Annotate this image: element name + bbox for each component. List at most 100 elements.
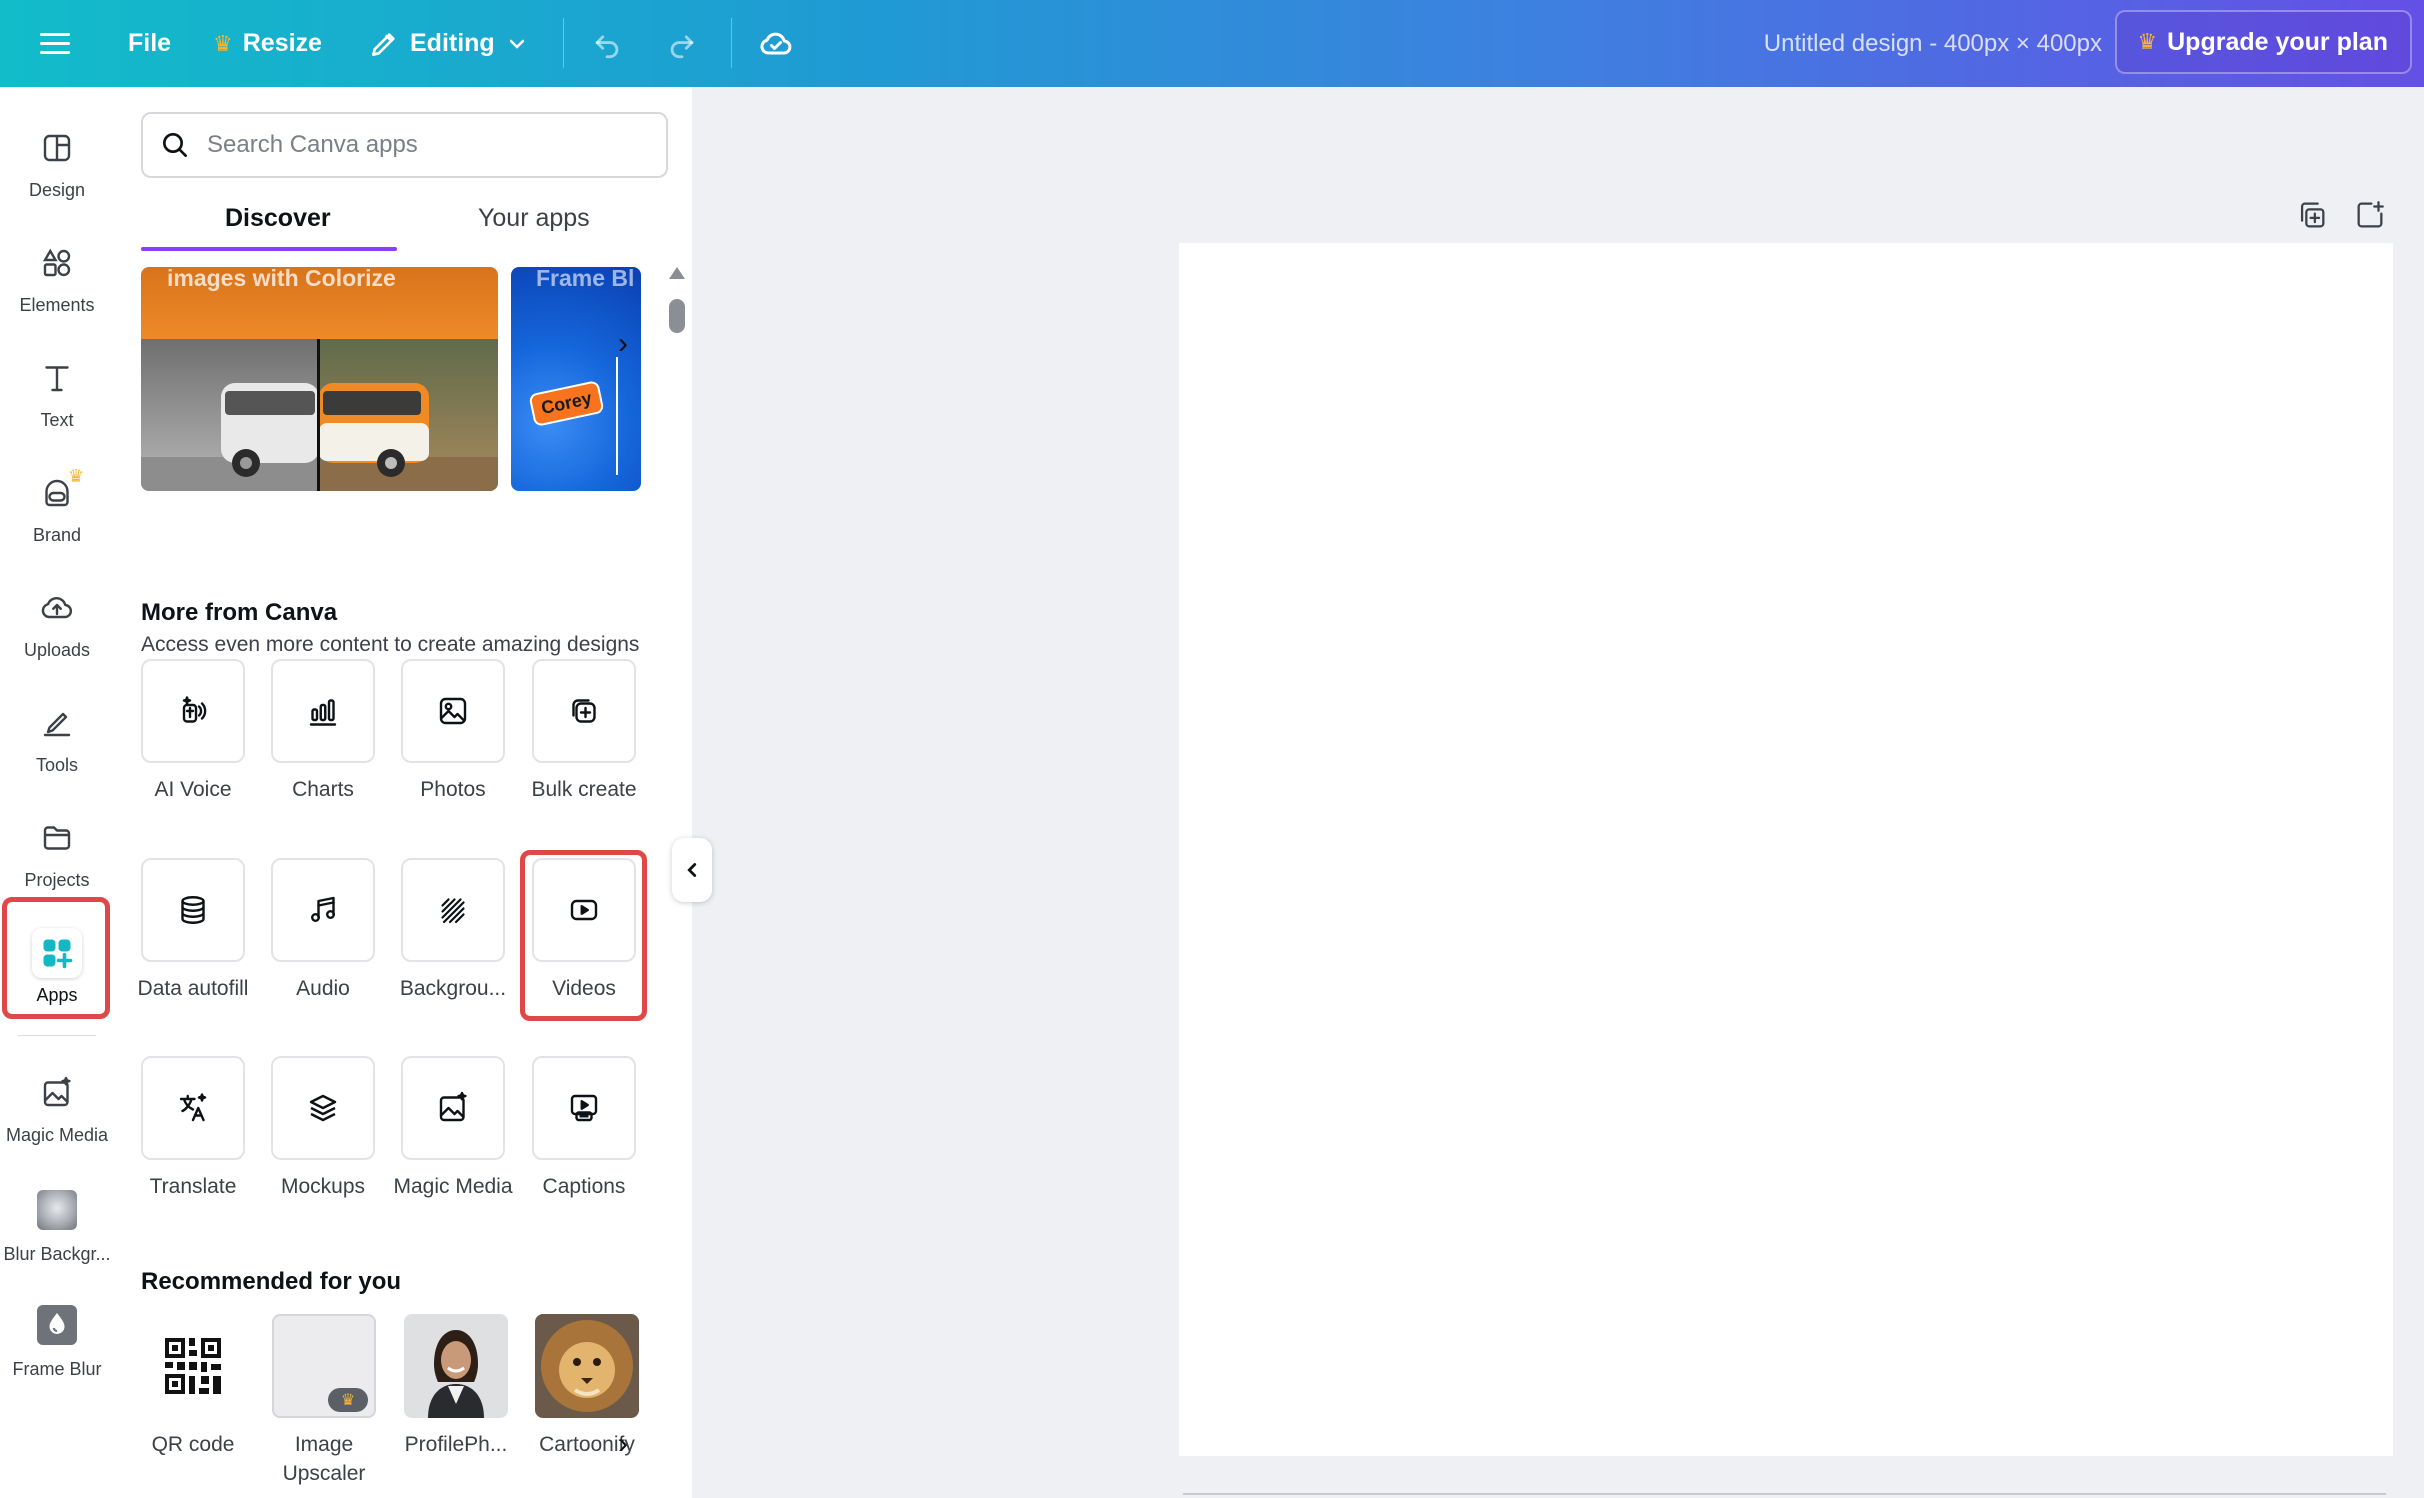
app-tile-label: Captions [519, 1172, 649, 1201]
recommended-app-image-upscaler[interactable]: ♛ Image Upscaler [272, 1314, 376, 1488]
cartoonify-thumbnail [535, 1314, 639, 1418]
upgrade-label: Upgrade your plan [2167, 28, 2388, 57]
app-tile-charts[interactable]: Charts [271, 659, 375, 804]
toolbar-divider [731, 18, 732, 68]
charts-icon [305, 693, 341, 729]
apps-tabs: Discover Your apps [141, 204, 668, 252]
recommended-app-label: Cartoonify [522, 1430, 652, 1459]
app-tile-photos[interactable]: Photos [401, 659, 505, 804]
captions-icon [566, 1090, 602, 1126]
scroll-thumb[interactable] [669, 299, 685, 333]
crown-icon: ♛ [2137, 29, 2157, 55]
scroll-up-arrow[interactable] [669, 267, 685, 279]
app-tile-ai-voice[interactable]: AI Voice [141, 659, 245, 804]
app-tile-label: Charts [258, 775, 388, 804]
rail-label: Frame Blur [12, 1359, 101, 1380]
text-t-icon [39, 360, 75, 396]
recommended-title: Recommended for you [141, 1268, 401, 1296]
resize-label: Resize [243, 29, 322, 58]
app-tile-translate[interactable]: Translate [141, 1056, 245, 1201]
rail-item-text[interactable]: Text [0, 328, 114, 440]
database-icon [175, 892, 211, 928]
more-from-canva-subtitle: Access even more content to create amazi… [141, 633, 639, 657]
background-pattern-icon [435, 892, 471, 928]
recommended-app-label: Image Upscaler [259, 1430, 389, 1488]
app-tile-label: Magic Media [388, 1172, 518, 1201]
premium-badge: ♛ [328, 1388, 368, 1412]
photos-icon [435, 693, 471, 729]
carousel-next-arrow[interactable]: › [618, 327, 628, 361]
banner-header: images with Colorize [141, 267, 498, 339]
add-page-button[interactable] [2353, 198, 2387, 232]
duplicate-page-icon [2295, 198, 2329, 232]
resize-button[interactable]: ♛ Resize [213, 0, 322, 87]
crown-icon: ♛ [213, 31, 233, 57]
app-tile-captions[interactable]: Captions [532, 1056, 636, 1201]
recommended-app-qr-code[interactable]: QR code [141, 1314, 245, 1459]
app-tile-magic-media[interactable]: Magic Media [401, 1056, 505, 1201]
draw-tools-icon [39, 705, 75, 741]
banner-title: images with Colorize [167, 267, 396, 292]
rail-item-elements[interactable]: Elements [0, 213, 114, 325]
rail-item-blur-background[interactable]: Blur Backgr... [0, 1158, 114, 1270]
app-tile-mockups[interactable]: Mockups [271, 1056, 375, 1201]
rail-item-magic-media[interactable]: Magic Media [0, 1043, 114, 1155]
undo-icon [590, 27, 624, 61]
rail-label: Brand [33, 525, 81, 546]
search-icon [159, 129, 191, 161]
rail-label: Uploads [24, 640, 90, 661]
rail-item-uploads[interactable]: Uploads [0, 558, 114, 670]
app-tile-label: Data autofill [128, 974, 258, 1003]
redo-icon [665, 27, 699, 61]
recommended-app-profilephoto[interactable]: ProfilePh... [404, 1314, 508, 1459]
file-label: File [128, 29, 171, 58]
recommended-next-arrow[interactable]: › [618, 1427, 628, 1461]
magic-media-icon [39, 1075, 75, 1111]
rail-item-tools[interactable]: Tools [0, 673, 114, 785]
corey-tag: Corey [528, 380, 604, 427]
editing-mode-dropdown[interactable]: Editing [368, 0, 529, 87]
left-navigation-rail: Design Elements Text Brand ♛ Uploads Too… [0, 87, 114, 1498]
rail-item-design[interactable]: Design [0, 98, 114, 210]
music-note-icon [305, 892, 341, 928]
tab-discover[interactable]: Discover [225, 204, 331, 233]
menu-icon[interactable] [40, 0, 74, 87]
search-placeholder: Search Canva apps [207, 131, 418, 159]
cloud-upload-icon [39, 590, 75, 626]
apps-highlight-box [2, 897, 110, 1019]
design-title[interactable]: Untitled design - 400px × 400px [1764, 0, 2102, 87]
app-tile-backgrounds[interactable]: Backgrou... [401, 858, 505, 1003]
rail-item-brand[interactable]: Brand ♛ [0, 443, 114, 555]
colorize-banner[interactable]: images with Colorize [141, 267, 498, 491]
rail-label: Elements [19, 295, 94, 316]
collapse-panel-button[interactable] [672, 838, 712, 902]
bulk-create-icon [566, 693, 602, 729]
design-canvas[interactable] [1179, 243, 2393, 1456]
crown-icon: ♛ [341, 1390, 355, 1410]
app-tile-bulk-create[interactable]: Bulk create [532, 659, 636, 804]
rail-label: Design [29, 180, 85, 201]
redo-button[interactable] [665, 0, 699, 87]
upgrade-plan-button[interactable]: ♛ Upgrade your plan [2115, 10, 2412, 74]
rail-label: Text [40, 410, 73, 431]
rail-divider [18, 1035, 96, 1036]
crown-icon: ♛ [68, 466, 84, 487]
rail-item-frame-blur[interactable]: Frame Blur [0, 1273, 114, 1385]
tab-your-apps[interactable]: Your apps [478, 204, 590, 233]
qr-code-thumbnail [141, 1314, 245, 1418]
app-tile-label: Bulk create [519, 775, 649, 804]
app-tile-label: Mockups [258, 1172, 388, 1201]
image-upscaler-thumbnail: ♛ [272, 1314, 376, 1418]
recommended-app-label: ProfilePh... [391, 1430, 521, 1459]
cloud-save-status[interactable] [758, 0, 794, 87]
rail-item-projects[interactable]: Projects [0, 788, 114, 900]
app-tile-audio[interactable]: Audio [271, 858, 375, 1003]
undo-button[interactable] [590, 0, 624, 87]
duplicate-page-button[interactable] [2295, 198, 2329, 232]
app-tile-data-autofill[interactable]: Data autofill [141, 858, 245, 1003]
file-menu[interactable]: File [128, 0, 171, 87]
search-canva-apps-input[interactable]: Search Canva apps [141, 112, 668, 178]
chevron-down-icon [505, 32, 529, 56]
frame-blur-banner[interactable]: Frame Bl Corey [511, 267, 641, 491]
rail-label: Projects [24, 870, 89, 891]
